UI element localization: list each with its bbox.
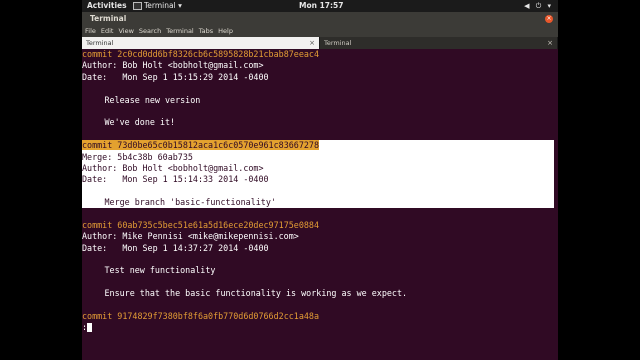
blank-line: [82, 185, 558, 198]
terminal-line: Date: Mon Sep 1 15:14:33 2014 -0400: [82, 174, 558, 186]
terminal-line: Author: Bob Holt <bobholt@gmail.com>: [82, 60, 264, 71]
clock[interactable]: Mon 17:57: [299, 0, 343, 12]
terminal-app-icon: [133, 2, 142, 10]
gnome-top-bar: Activities Terminal ▾ Mon 17:57 ◀ ⏻ ▾: [82, 0, 558, 12]
menu-file[interactable]: File: [85, 26, 96, 37]
text-cursor: [87, 323, 93, 333]
commit-hash: 73d0be65c0b15812aca1c6c0570e961c83667278: [117, 140, 319, 151]
system-status-menu[interactable]: ◀ ⏻ ▾: [524, 0, 553, 12]
window-titlebar[interactable]: Terminal ×: [82, 12, 558, 26]
commit-message-line: We've done it!: [82, 117, 558, 128]
commit-message: Release new version: [104, 94, 201, 105]
terminal-line: Author: Mike Pennisi <mike@mikepennisi.c…: [82, 231, 299, 242]
menu-bar: File Edit View Search Terminal Tabs Help: [82, 26, 558, 37]
commit-message-line: Release new version: [82, 95, 558, 106]
activities-button[interactable]: Activities: [87, 0, 127, 12]
terminal-line: Date: Mon Sep 1 15:15:29 2014 -0400: [82, 71, 269, 82]
commit-hash: 2c0cd0dd6bf8326cb6c5895828b21cbab87eeac4: [117, 49, 319, 59]
tab-label: Terminal: [86, 39, 114, 47]
commit-line: commit 60ab735c5bec51e61a5d16ece20dec971…: [82, 220, 558, 231]
commit-hash: 9174829f7380bf8f6a0fb770d6d0766d2cc1a48a: [117, 310, 319, 321]
commit-hash: 60ab735c5bec51e61a5d16ece20dec97175e0884: [117, 219, 319, 230]
commit-keyword: commit: [82, 140, 118, 151]
menu-search[interactable]: Search: [139, 26, 161, 37]
tab-close-icon[interactable]: ×: [547, 37, 553, 49]
commit-keyword: commit: [82, 310, 118, 321]
commit-message-line: Merge branch 'basic-functionality': [82, 197, 558, 209]
menu-help[interactable]: Help: [218, 26, 233, 37]
commit-keyword: commit: [82, 219, 118, 230]
menu-edit[interactable]: Edit: [101, 26, 114, 37]
commit-message: We've done it!: [104, 117, 176, 128]
window-title: Terminal: [90, 14, 127, 23]
commit-message-line: Ensure that the basic functionality is w…: [82, 288, 558, 299]
commit-line: commit 9174829f7380bf8f6a0fb770d6d0766d2…: [82, 311, 558, 322]
tab-close-icon[interactable]: ×: [309, 37, 315, 49]
commit-message-line: Test new functionality: [82, 265, 558, 276]
commit-line: commit 73d0be65c0b15812aca1c6c0570e961c8…: [82, 140, 558, 152]
terminal-line: Merge: 5b4c38b 60ab735: [82, 151, 558, 163]
commit-keyword: commit: [82, 49, 118, 59]
pager-prompt-line: :: [82, 322, 558, 333]
menu-view[interactable]: View: [118, 26, 133, 37]
terminal-line: Author: Bob Holt <bobholt@gmail.com>: [82, 162, 558, 175]
commit-message: Merge branch 'basic-functionality': [104, 197, 276, 208]
app-menu-label: Terminal ▾: [144, 1, 182, 10]
tab-label: Terminal: [324, 39, 352, 47]
app-menu[interactable]: Terminal ▾: [133, 0, 182, 12]
commit-message: Ensure that the basic functionality is w…: [104, 288, 408, 299]
menu-terminal[interactable]: Terminal: [166, 26, 193, 37]
commit-message: Test new functionality: [104, 265, 216, 276]
commit-line: commit 2c0cd0dd6bf8326cb6c5895828b21cbab…: [82, 49, 558, 60]
window-close-button[interactable]: ×: [545, 15, 553, 23]
menu-tabs[interactable]: Tabs: [199, 26, 213, 37]
terminal-line: Date: Mon Sep 1 14:37:27 2014 -0400: [82, 242, 269, 253]
terminal-output[interactable]: commit 2c0cd0dd6bf8326cb6c5895828b21cbab…: [82, 49, 558, 360]
tab-bar: Terminal × Terminal ×: [82, 37, 558, 49]
tab-terminal-2[interactable]: Terminal ×: [320, 37, 558, 49]
terminal-scrollbar[interactable]: [554, 49, 558, 360]
tab-terminal-1[interactable]: Terminal ×: [82, 37, 320, 49]
